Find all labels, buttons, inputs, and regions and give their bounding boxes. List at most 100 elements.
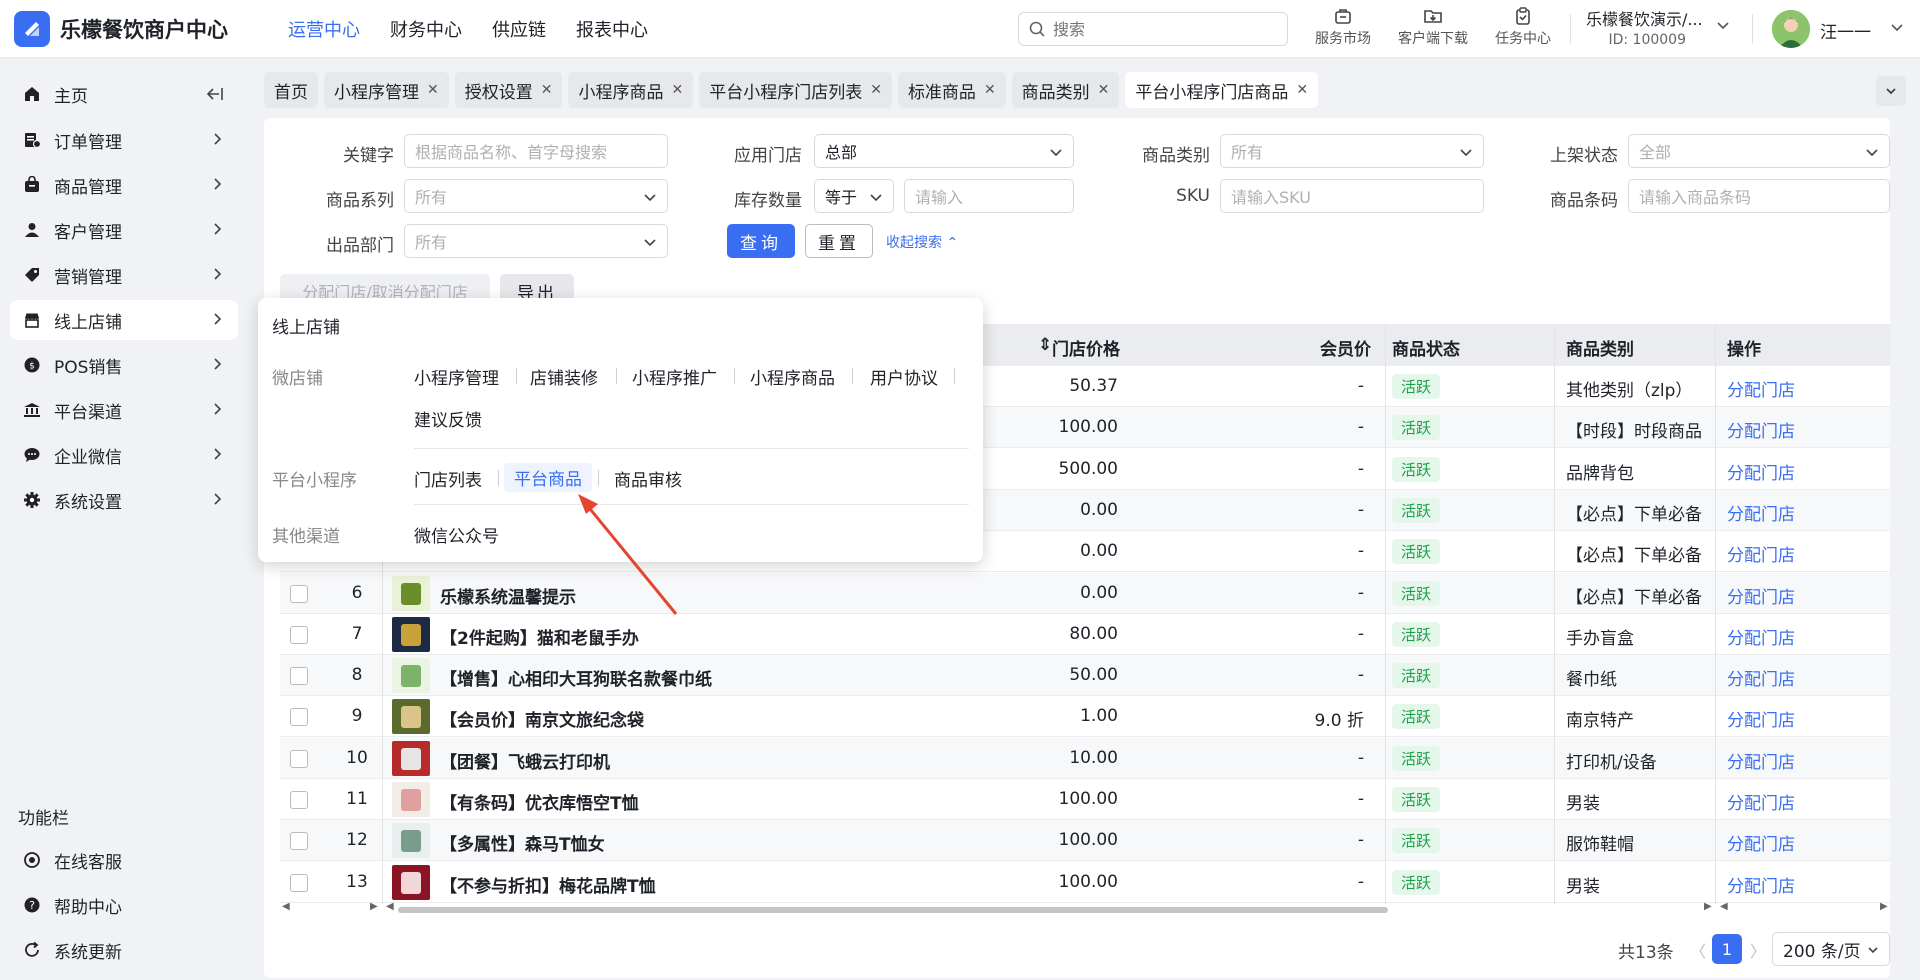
flyout-link-goods-review[interactable]: 商品审核 (614, 466, 682, 491)
sidebar-item-orders[interactable]: 订单管理 (10, 120, 238, 160)
topnav-reports[interactable]: 报表中心 (576, 16, 648, 42)
row-checkbox[interactable] (290, 667, 308, 686)
assign-store-link[interactable]: 分配门店 (1727, 830, 1795, 855)
flyout-link-wechat-oa[interactable]: 微信公众号 (414, 522, 499, 547)
sidebar-item-settings[interactable]: 系统设置 (10, 480, 238, 520)
product-name[interactable]: 乐檬系统温馨提示 (440, 583, 576, 608)
status-select[interactable]: 全部 (1628, 134, 1890, 168)
flyout-link-promotion[interactable]: 小程序推广 (632, 364, 717, 389)
product-name[interactable]: 【不参与折扣】梅花品牌T恤 (440, 872, 656, 897)
prev-page-icon[interactable]: 〈 (1690, 938, 1706, 962)
sidebar-item-wecom[interactable]: 企业微信 (10, 435, 238, 475)
collapse-search-link[interactable]: 收起搜索 ⌃ (886, 232, 958, 252)
client-download-button[interactable]: 客户端下载 (1388, 6, 1478, 48)
sidebar-item-customers[interactable]: 客户管理 (10, 210, 238, 250)
sidebar-item-online-store[interactable]: 线上店铺 (10, 300, 238, 340)
close-icon[interactable]: ✕ (1098, 82, 1110, 98)
stock-input[interactable]: 请输入 (904, 179, 1074, 213)
sidebar-item-products[interactable]: 商品管理 (10, 165, 238, 205)
query-button[interactable]: 查询 (727, 224, 795, 258)
tab-mini-program-goods[interactable]: 小程序商品 ✕ (568, 72, 694, 108)
horizontal-scrollbar[interactable]: ◀ ▶ ◀ ▶ ◀ ▶ (280, 901, 1890, 916)
close-icon[interactable]: ✕ (870, 82, 882, 98)
assign-store-link[interactable]: 分配门店 (1727, 500, 1795, 525)
stock-operator-select[interactable]: 等于 (814, 179, 894, 213)
assign-store-link[interactable]: 分配门店 (1727, 541, 1795, 566)
keyword-input[interactable]: 根据商品名称、首字母搜索 (404, 134, 668, 168)
store-select[interactable]: 总部 (814, 134, 1074, 168)
scrollbar-thumb[interactable] (398, 907, 1388, 913)
sidebar-item-home[interactable]: 主页 (10, 74, 238, 114)
category-select[interactable]: 所有 (1220, 134, 1484, 168)
product-thumbnail[interactable] (392, 782, 430, 817)
product-thumbnail[interactable] (392, 575, 430, 611)
tab-home[interactable]: 首页 (264, 72, 318, 108)
assign-store-link[interactable]: 分配门店 (1727, 583, 1795, 608)
product-name[interactable]: 【增售】心相印大耳狗联名款餐巾纸 (440, 665, 712, 690)
row-checkbox[interactable] (290, 832, 308, 851)
product-thumbnail[interactable] (392, 823, 430, 859)
tab-platform-store-list[interactable]: 平台小程序门店列表 ✕ (699, 72, 892, 108)
product-thumbnail[interactable] (392, 616, 430, 652)
row-checkbox[interactable] (290, 625, 308, 644)
flyout-link-mini-program-goods[interactable]: 小程序商品 (750, 364, 835, 389)
search-input[interactable] (1053, 19, 1273, 39)
assign-store-link[interactable]: 分配门店 (1727, 417, 1795, 442)
row-checkbox[interactable] (290, 749, 308, 768)
row-checkbox[interactable] (290, 873, 308, 892)
product-thumbnail[interactable] (392, 699, 430, 735)
sku-input[interactable]: 请输入SKU (1220, 179, 1484, 213)
close-icon[interactable]: ✕ (671, 82, 683, 98)
product-name[interactable]: 【会员价】南京文旅纪念袋 (440, 706, 644, 731)
sidebar-item-online-support[interactable]: 在线客服 (10, 840, 238, 880)
scroll-left-icon[interactable]: ◀ (386, 901, 394, 912)
assign-store-link[interactable]: 分配门店 (1727, 376, 1795, 401)
scroll-left-icon[interactable]: ◀ (1720, 901, 1728, 912)
assign-store-link[interactable]: 分配门店 (1727, 665, 1795, 690)
scroll-left-icon[interactable]: ◀ (282, 901, 290, 912)
task-center-button[interactable]: 任务中心 (1478, 6, 1568, 48)
store-switcher[interactable]: 乐檬餐饮演示/... ID: 100009 (1586, 6, 1703, 48)
close-icon[interactable]: ✕ (984, 82, 996, 98)
dept-select[interactable]: 所有 (404, 224, 668, 258)
product-thumbnail[interactable] (392, 740, 430, 776)
topnav-supply[interactable]: 供应链 (492, 16, 546, 42)
topnav-finance[interactable]: 财务中心 (390, 16, 462, 42)
tab-auth-settings[interactable]: 授权设置 ✕ (454, 72, 563, 108)
flyout-link-feedback[interactable]: 建议反馈 (414, 406, 482, 431)
reset-button[interactable]: 重置 (805, 224, 873, 258)
col-header-price[interactable]: 门店价格 (1052, 335, 1120, 360)
avatar[interactable] (1772, 10, 1810, 48)
flyout-link-mini-program-mgmt[interactable]: 小程序管理 (414, 364, 499, 389)
global-search[interactable] (1018, 12, 1288, 46)
tab-standard-goods[interactable]: 标准商品 ✕ (897, 72, 1006, 108)
user-name[interactable]: 汪一一 (1820, 18, 1871, 43)
sidebar-item-update[interactable]: 系统更新 (10, 930, 238, 970)
flyout-link-shop-decoration[interactable]: 店铺装修 (530, 364, 598, 389)
flyout-link-store-list[interactable]: 门店列表 (414, 466, 482, 491)
sidebar-item-marketing[interactable]: 营销管理 (10, 255, 238, 295)
assign-store-link[interactable]: 分配门店 (1727, 789, 1795, 814)
product-thumbnail[interactable] (392, 658, 430, 694)
assign-store-link[interactable]: 分配门店 (1727, 624, 1795, 649)
close-icon[interactable]: ✕ (427, 82, 439, 98)
row-checkbox[interactable] (290, 584, 308, 603)
service-market-button[interactable]: 服务市场 (1298, 6, 1388, 48)
tab-mini-program-mgmt[interactable]: 小程序管理 ✕ (324, 72, 449, 108)
close-icon[interactable]: ✕ (541, 82, 553, 98)
assign-store-link[interactable]: 分配门店 (1727, 748, 1795, 773)
row-checkbox[interactable] (290, 791, 308, 809)
chevron-down-icon[interactable] (1716, 18, 1730, 32)
close-icon[interactable]: ✕ (1296, 82, 1308, 98)
scroll-right-icon[interactable]: ▶ (1880, 901, 1888, 912)
topnav-operations[interactable]: 运营中心 (288, 16, 360, 42)
assign-store-link[interactable]: 分配门店 (1727, 459, 1795, 484)
assign-store-link[interactable]: 分配门店 (1727, 872, 1795, 897)
product-thumbnail[interactable] (392, 864, 430, 900)
tabs-more-button[interactable] (1876, 76, 1906, 106)
product-name[interactable]: 【团餐】飞蛾云打印机 (440, 748, 610, 773)
barcode-input[interactable]: 请输入商品条码 (1628, 179, 1890, 213)
collapse-sidebar-icon[interactable] (206, 86, 224, 102)
sort-icon[interactable]: ⇕ (1038, 335, 1052, 355)
app-logo[interactable]: 乐檬餐饮商户中心 (14, 10, 264, 47)
